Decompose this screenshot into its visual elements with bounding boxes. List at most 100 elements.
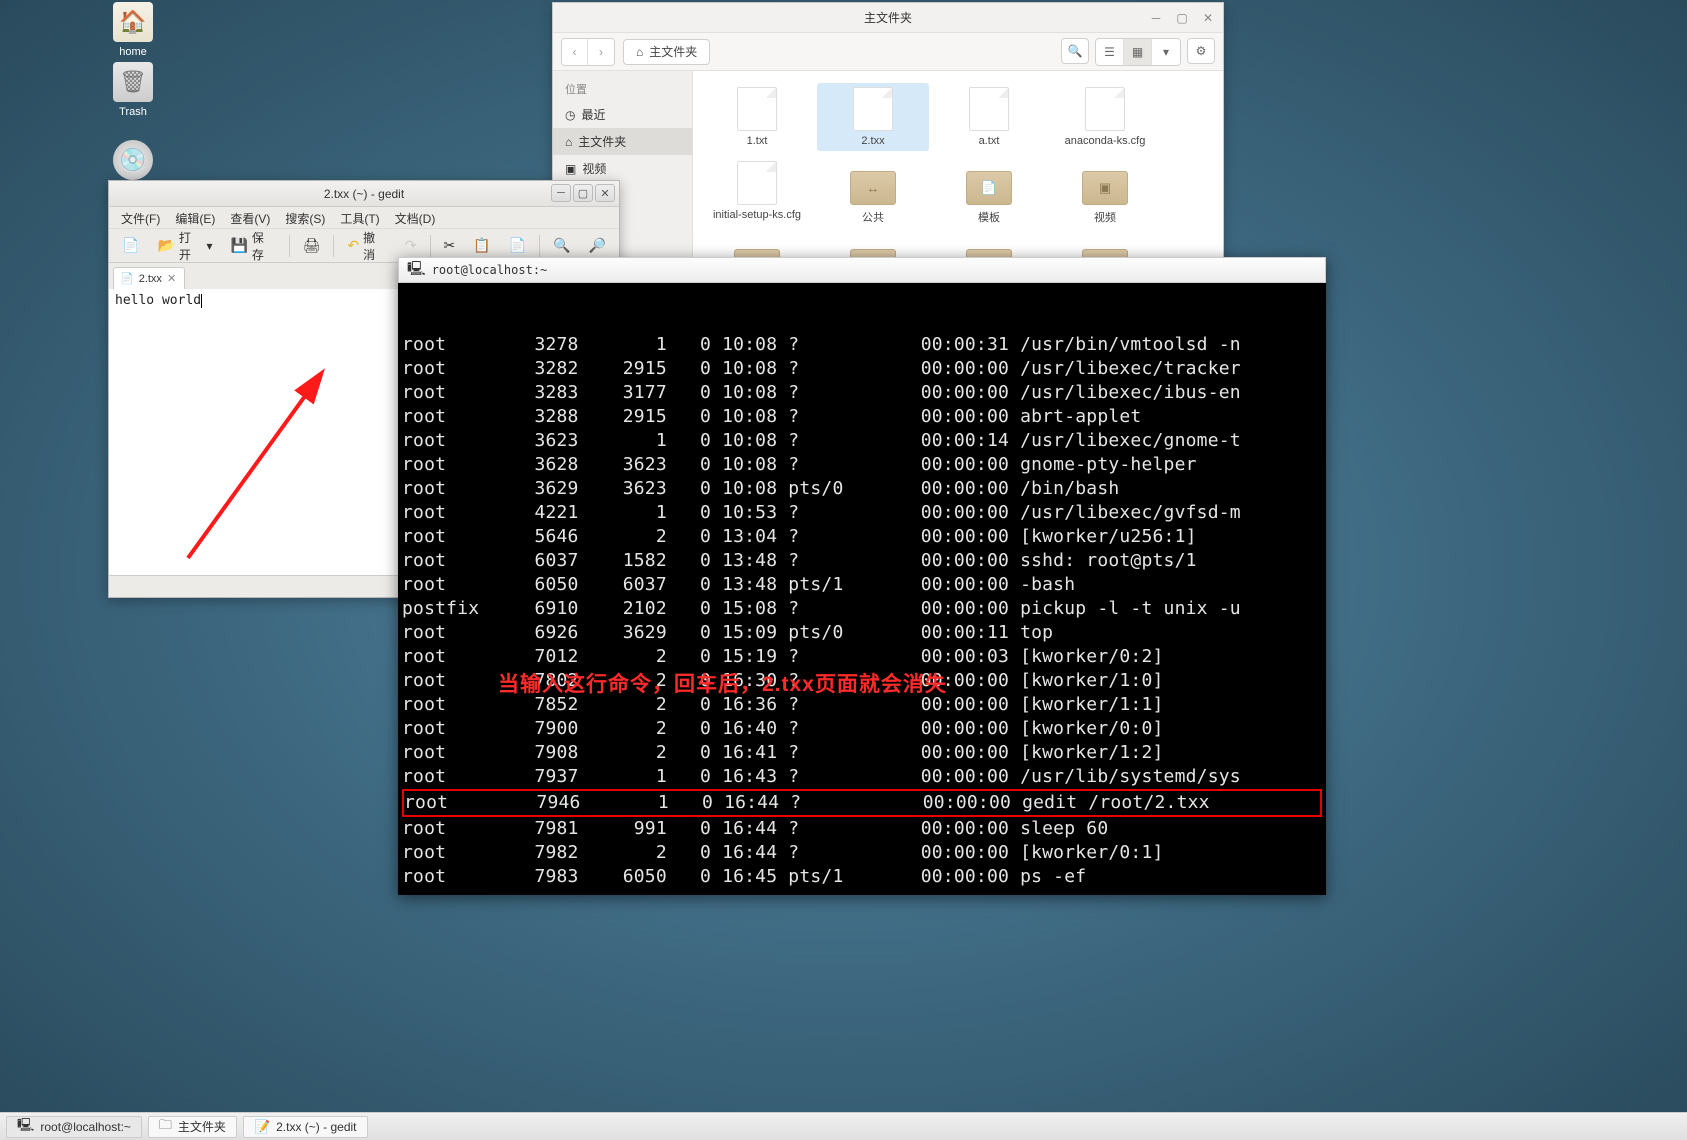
view-grid-button[interactable]: ▦	[1124, 39, 1152, 65]
file-item[interactable]: anaconda-ks.cfg	[1049, 83, 1161, 151]
file-icon	[737, 161, 777, 205]
save-button[interactable]: 💾 保存	[223, 234, 282, 258]
terminal-process-row: root 6037 1582 0 13:48 ? 00:00:00 sshd: …	[402, 549, 1322, 573]
folder-item[interactable]: 📄模板	[933, 157, 1045, 229]
print-button[interactable]: 🖨	[296, 234, 328, 258]
terminal-titlebar[interactable]: 🖳 root@localhost:~	[398, 257, 1326, 283]
open-icon: 📂	[157, 237, 174, 254]
search-icon: 🔍	[553, 237, 570, 254]
nav-back-button[interactable]: ‹	[562, 39, 588, 65]
terminal-icon: 🖳	[407, 258, 426, 282]
separator	[333, 235, 334, 257]
nav-forward-button[interactable]: ›	[588, 39, 614, 65]
separator	[289, 235, 290, 257]
folder-item[interactable]: ↔公共	[817, 157, 929, 229]
terminal-process-row: root 7946 1 0 16:44 ? 00:00:00 gedit /ro…	[402, 789, 1322, 817]
sidebar-item[interactable]: ◷最近	[553, 101, 692, 128]
close-button[interactable]: ✕	[595, 184, 615, 202]
home-icon: 🏠	[113, 2, 153, 42]
terminal-process-row: root 3628 3623 0 10:08 ? 00:00:00 gnome-…	[402, 453, 1322, 477]
terminal-process-row: root 7982 2 0 16:44 ? 00:00:00 [kworker/…	[402, 841, 1322, 865]
menu-item[interactable]: 搜索(S)	[279, 207, 331, 228]
file-manager-toolbar: ‹ › ⌂ 主文件夹 🔍 ☰ ▦ ▾ ⚙	[553, 33, 1223, 71]
open-button[interactable]: 📂 打开 ▾	[150, 234, 219, 258]
separator	[430, 235, 431, 257]
gedit-content: hello world	[115, 293, 201, 308]
undo-button[interactable]: ↶ 撤消	[340, 234, 393, 258]
maximize-button[interactable]: ▢	[573, 184, 593, 202]
terminal-process-row: root 7937 1 0 16:43 ? 00:00:00 /usr/lib/…	[402, 765, 1322, 789]
new-file-icon: 📄	[122, 237, 139, 254]
home-icon: ⌂	[636, 45, 643, 59]
terminal-process-row: root 7900 2 0 16:40 ? 00:00:00 [kworker/…	[402, 717, 1322, 741]
file-item[interactable]: a.txt	[933, 83, 1045, 151]
undo-icon: ↶	[347, 237, 359, 254]
menu-item[interactable]: 文件(F)	[115, 207, 166, 228]
sidebar-item[interactable]: ⌂主文件夹	[553, 128, 692, 155]
file-label: 2.txx	[821, 135, 925, 147]
paste-icon: 📄	[509, 237, 526, 254]
terminal-process-row: root 7012 2 0 15:19 ? 00:00:03 [kworker/…	[402, 645, 1322, 669]
taskbar-item[interactable]: 🗀主文件夹	[148, 1116, 237, 1138]
view-dropdown-button[interactable]: ▾	[1152, 39, 1180, 65]
search-button[interactable]: 🔍	[1061, 38, 1089, 64]
menu-item[interactable]: 查看(V)	[224, 207, 276, 228]
menu-item[interactable]: 文档(D)	[389, 207, 442, 228]
breadcrumb-label: 主文件夹	[649, 43, 697, 60]
file-item[interactable]: initial-setup-ks.cfg	[701, 157, 813, 229]
breadcrumb[interactable]: ⌂ 主文件夹	[623, 39, 710, 65]
minimize-button[interactable]: ─	[1147, 9, 1165, 27]
desktop-icon-trash[interactable]: 🗑 Trash	[98, 62, 168, 118]
terminal-process-row: root 6050 6037 0 13:48 pts/1 00:00:00 -b…	[402, 573, 1322, 597]
paste-button[interactable]: 📄	[502, 234, 533, 258]
cut-button[interactable]: ✂	[437, 234, 463, 258]
separator	[539, 235, 540, 257]
tab-close-button[interactable]: ✕	[167, 272, 176, 285]
find-replace-button[interactable]: 🔎	[582, 234, 613, 258]
minimize-button[interactable]: ─	[551, 184, 571, 202]
taskbar: 🖳root@localhost:~ 🗀主文件夹 📝2.txx (~) - gedit	[0, 1112, 1687, 1140]
terminal-process-row: postfix 6910 2102 0 15:08 ? 00:00:00 pic…	[402, 597, 1322, 621]
file-item[interactable]: 2.txx	[817, 83, 929, 151]
taskbar-item[interactable]: 📝2.txx (~) - gedit	[243, 1116, 368, 1138]
terminal-process-row: root 3283 3177 0 10:08 ? 00:00:00 /usr/l…	[402, 381, 1322, 405]
menu-item[interactable]: 工具(T)	[334, 207, 385, 228]
sidebar-item-icon: ◷	[565, 108, 575, 122]
copy-button[interactable]: 📋	[466, 234, 497, 258]
terminal-process-row: root 3288 2915 0 10:08 ? 00:00:00 abrt-a…	[402, 405, 1322, 429]
file-icon	[1085, 87, 1125, 131]
file-manager-titlebar[interactable]: 主文件夹 ─ ▢ ✕	[553, 3, 1223, 33]
new-file-button[interactable]: 📄	[115, 234, 146, 258]
gedit-titlebar[interactable]: 2.txx (~) - gedit ─ ▢ ✕	[109, 181, 619, 207]
folder-item[interactable]: ▣视频	[1049, 157, 1161, 229]
close-button[interactable]: ✕	[1199, 9, 1217, 27]
gedit-tab[interactable]: 📄 2.txx ✕	[113, 267, 185, 289]
view-list-button[interactable]: ☰	[1096, 39, 1124, 65]
terminal-process-row: root 3629 3623 0 10:08 pts/0 00:00:00 /b…	[402, 477, 1322, 501]
settings-button[interactable]: ⚙	[1187, 38, 1215, 64]
file-icon	[853, 87, 893, 131]
terminal-body[interactable]: root 3278 1 0 10:08 ? 00:00:31 /usr/bin/…	[398, 283, 1326, 895]
folder-icon: ↔	[850, 171, 896, 205]
sidebar-item-label: 主文件夹	[578, 133, 626, 150]
file-manager-files[interactable]: 1.txt 2.txx a.txtanaconda-ks.cfg initial-se…	[693, 71, 1223, 261]
find-button[interactable]: 🔍	[546, 234, 577, 258]
copy-icon: 📋	[473, 237, 490, 254]
sidebar-item[interactable]: ▣视频	[553, 155, 692, 182]
terminal-process-row: root 7983 6050 0 16:45 pts/1 00:00:00 ps…	[402, 865, 1322, 889]
maximize-button[interactable]: ▢	[1173, 9, 1191, 27]
file-icon	[969, 87, 1009, 131]
menu-item[interactable]: 编辑(E)	[169, 207, 221, 228]
redo-button[interactable]: ↷	[398, 234, 424, 258]
trash-icon: 🗑	[113, 62, 153, 102]
gedit-title: 2.txx (~) - gedit	[324, 187, 404, 201]
redo-icon: ↷	[405, 237, 417, 254]
desktop-icon-home[interactable]: 🏠 home	[98, 2, 168, 58]
file-icon: 📄	[120, 272, 134, 285]
text-caret	[201, 294, 202, 308]
taskbar-item[interactable]: 🖳root@localhost:~	[6, 1116, 142, 1138]
terminal-process-row: root 4221 1 0 10:53 ? 00:00:00 /usr/libe…	[402, 501, 1322, 525]
taskbar-label: root@localhost:~	[40, 1120, 131, 1134]
terminal-process-row: root 3278 1 0 10:08 ? 00:00:31 /usr/bin/…	[402, 333, 1322, 357]
file-item[interactable]: 1.txt	[701, 83, 813, 151]
